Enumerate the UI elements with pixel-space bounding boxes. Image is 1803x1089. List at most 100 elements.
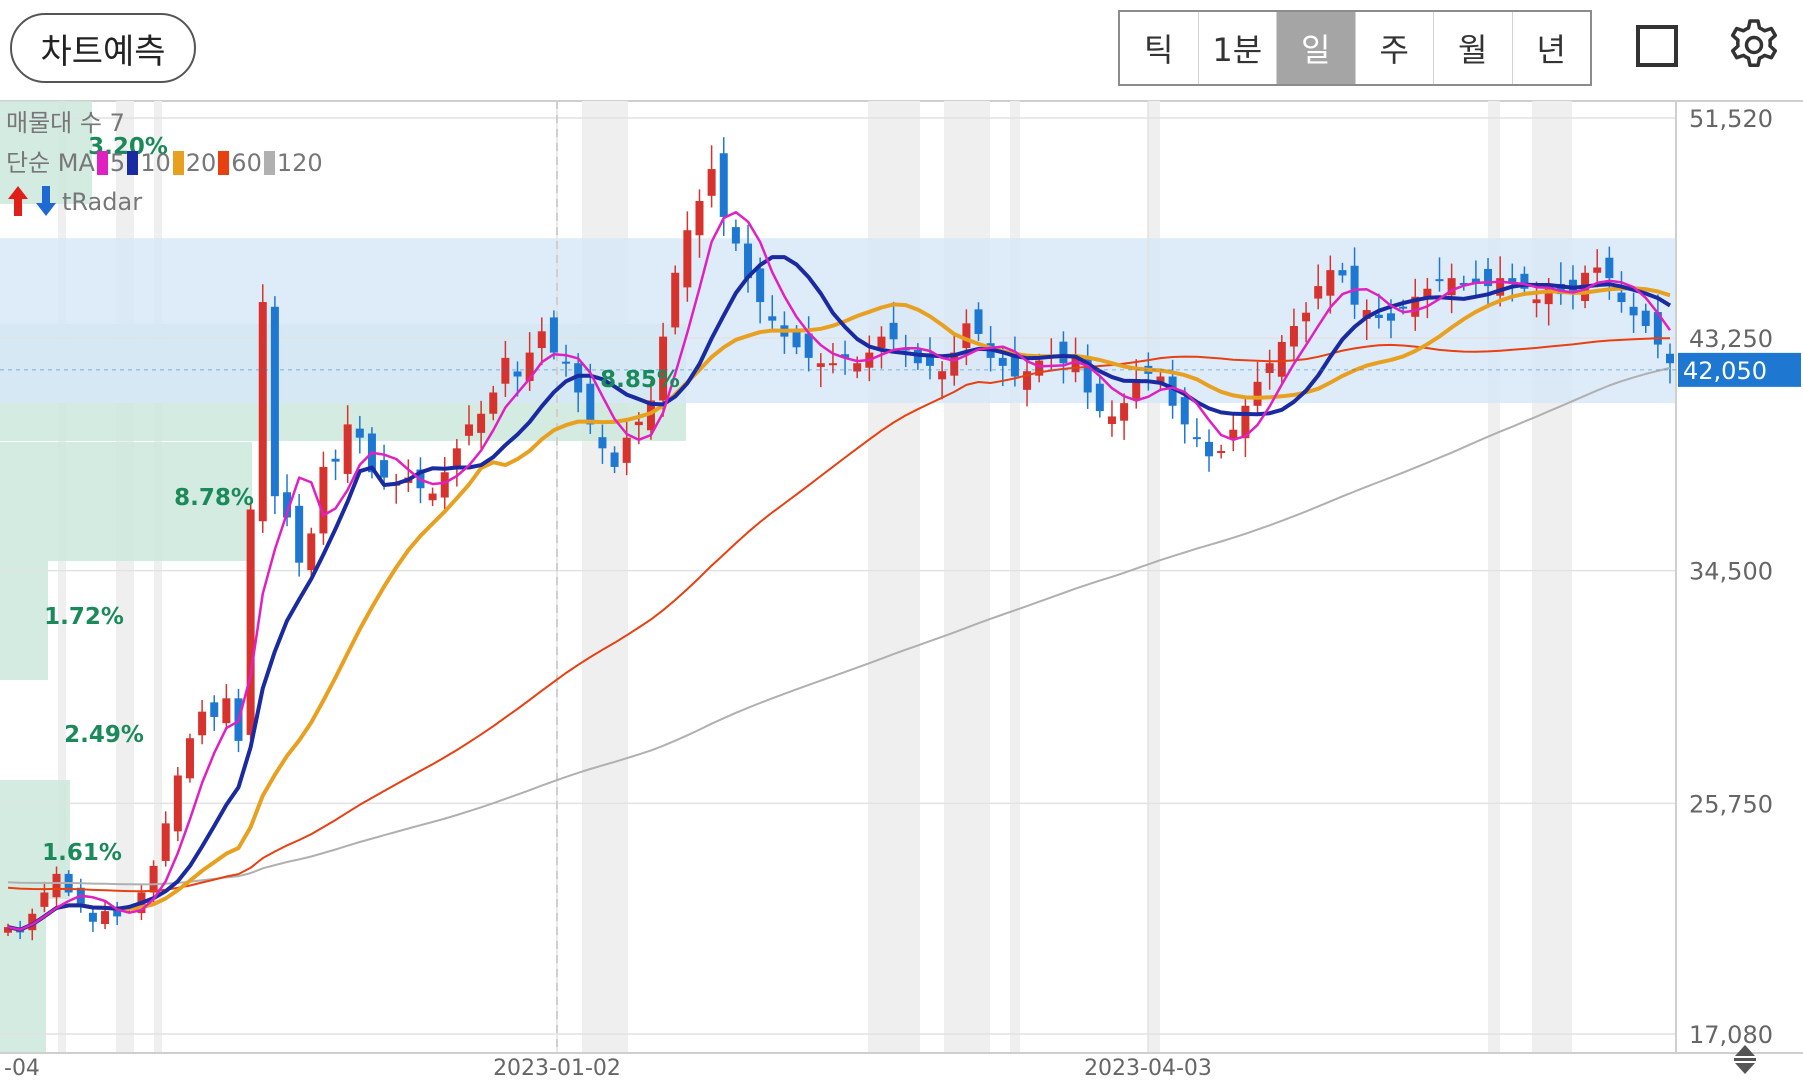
candle-body: [1641, 310, 1650, 326]
candle-body: [343, 424, 352, 474]
candle-body: [1326, 270, 1335, 296]
top-toolbar: 차트예측 틱 1분 일 주 월 년: [0, 0, 1803, 100]
candle-body: [586, 383, 595, 425]
ma10-swatch: [127, 151, 139, 175]
ma5-period: 5: [109, 149, 126, 177]
ma-label: 단순 MA: [6, 149, 95, 177]
tab-1min[interactable]: 1분: [1199, 12, 1277, 84]
candle-body: [1192, 437, 1201, 440]
candle-body: [513, 371, 522, 377]
candle-body: [695, 200, 704, 236]
gear-icon[interactable]: [1726, 17, 1782, 73]
candle-body: [270, 306, 279, 497]
y-tick-label: 25,750: [1689, 790, 1773, 818]
candle-body: [938, 371, 947, 380]
volume-profile-bar: [0, 561, 48, 680]
candle-body: [816, 363, 825, 367]
candle-body: [1289, 325, 1298, 347]
tab-yearly[interactable]: 년: [1513, 12, 1591, 84]
candle-body: [1399, 306, 1408, 309]
ma5-swatch: [96, 151, 108, 175]
ma-legend: 단순 MA 5 10 20 60 120: [6, 143, 323, 178]
candle-body: [295, 505, 304, 563]
period-tabs: 틱 1분 일 주 월 년: [1118, 10, 1592, 86]
candle-body: [52, 873, 61, 898]
candle-body: [428, 493, 437, 501]
ma120-swatch: [263, 151, 275, 175]
candle-body: [1229, 429, 1238, 439]
radar-legend: tRadar: [6, 184, 142, 218]
candle-body: [477, 413, 486, 433]
candle-body: [40, 892, 49, 907]
candle-body: [768, 316, 777, 321]
candle-body: [1423, 288, 1432, 297]
radar-label: tRadar: [62, 188, 143, 216]
candle-body: [149, 865, 158, 893]
y-tick-label: 17,080: [1689, 1021, 1773, 1049]
x-tick-label: -04: [4, 1056, 40, 1081]
candle-body: [610, 452, 619, 467]
candle-body: [1302, 312, 1311, 322]
candle-body: [185, 738, 194, 779]
candle-body: [331, 458, 340, 462]
candle-body: [1386, 313, 1395, 321]
ma60-swatch: [218, 151, 230, 175]
candle-body: [355, 428, 364, 438]
tab-daily[interactable]: 일: [1277, 12, 1356, 84]
chart-predict-button[interactable]: 차트예측: [10, 13, 196, 83]
candle-body: [1617, 292, 1626, 303]
candle-body: [161, 823, 170, 861]
candle-body: [258, 302, 267, 522]
candle-body: [1217, 450, 1226, 453]
volume-profile-label: 8.85%: [600, 367, 680, 393]
candle-body: [1338, 270, 1347, 276]
scroll-handle-icon: [1734, 1058, 1756, 1061]
candle-body: [719, 153, 728, 217]
candle-body: [319, 466, 328, 534]
price-chart[interactable]: 3332222203323002110133202322101303.20%8.…: [0, 101, 1803, 1085]
candle-body: [756, 268, 765, 303]
candle-body: [1593, 267, 1602, 273]
candle-body: [1265, 363, 1274, 373]
candle-body: [998, 357, 1007, 366]
candle-body: [173, 775, 182, 832]
candle-body: [380, 460, 389, 478]
chart-area[interactable]: 3332222203323002110133202322101303.20%8.…: [0, 101, 1803, 1085]
scroll-down-icon: [1735, 1063, 1755, 1074]
candle-body: [889, 322, 898, 340]
volume-profile-label: 2.49%: [64, 722, 144, 748]
candle-body: [731, 227, 740, 244]
y-tick-label: 51,520: [1689, 105, 1773, 133]
volume-profile-label: 1.72%: [44, 604, 124, 630]
candle-body: [622, 437, 631, 463]
candle-body: [549, 317, 558, 353]
candle-body: [1350, 265, 1359, 305]
candle-body: [1120, 403, 1129, 421]
candle-body: [88, 912, 97, 922]
tab-weekly[interactable]: 주: [1356, 12, 1434, 84]
candle-body: [1605, 257, 1614, 279]
candle-body: [501, 357, 510, 384]
candle-body: [537, 331, 546, 349]
tab-monthly[interactable]: 월: [1434, 12, 1513, 84]
radar-arrows-icon: [8, 186, 56, 216]
candle-body: [1374, 314, 1383, 319]
x-tick-label: 2023-01-02: [493, 1056, 621, 1081]
candle-body: [683, 230, 692, 288]
ma120-period: 120: [276, 149, 323, 177]
candle-body: [828, 363, 837, 366]
volume-profile-label: 매물대 수 7: [6, 109, 125, 137]
candle-body: [489, 392, 498, 414]
current-price-label: 42,050: [1683, 357, 1767, 385]
candle-body: [598, 437, 607, 449]
candle-body: [974, 309, 983, 334]
square-icon[interactable]: [1636, 25, 1678, 67]
candle-body: [1205, 441, 1214, 457]
candle-body: [671, 272, 680, 328]
candle-body: [1253, 381, 1262, 406]
candle-body: [707, 169, 716, 196]
candle-body: [440, 472, 449, 498]
candle-body: [1666, 353, 1674, 364]
candle-body: [962, 323, 971, 349]
tab-tick[interactable]: 틱: [1120, 12, 1199, 84]
